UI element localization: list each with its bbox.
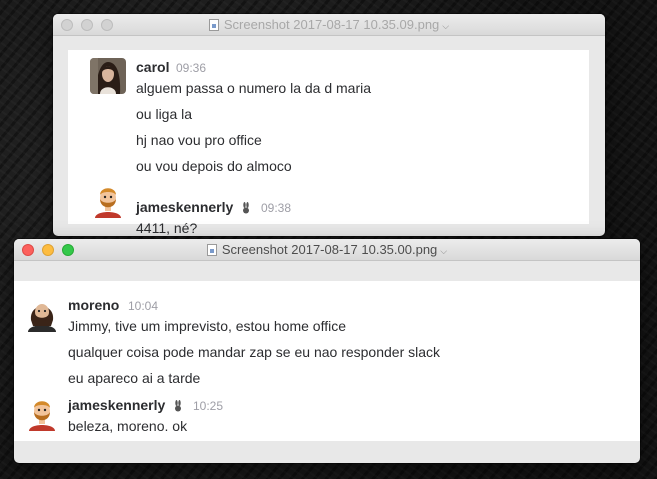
title-bar[interactable]: Screenshot 2017-08-17 10.35.09.png ⌵: [53, 14, 605, 36]
message-text: beleza, moreno. ok: [68, 418, 188, 434]
cartoon-man-avatar[interactable]: [24, 395, 60, 431]
message-text: eu apareco ai a tarde: [68, 370, 201, 386]
title-bar[interactable]: Screenshot 2017-08-17 10.35.00.png ⌵: [14, 239, 640, 261]
username[interactable]: jameskennerly: [136, 199, 233, 215]
chevron-down-icon[interactable]: ⌵: [440, 246, 447, 256]
png-file-icon: [208, 19, 219, 31]
message-text: ou vou depois do almoco: [136, 158, 292, 174]
window-title[interactable]: Screenshot 2017-08-17 10.35.09.png ⌵: [53, 17, 605, 32]
window-title[interactable]: Screenshot 2017-08-17 10.35.00.png ⌵: [14, 242, 640, 257]
bearded-man-avatar[interactable]: [24, 296, 60, 332]
message-text: hj nao vou pro office: [136, 132, 262, 148]
timestamp[interactable]: 09:36: [176, 61, 206, 75]
message-text: qualquer coisa pode mandar zap se eu nao…: [68, 344, 441, 360]
message-text: Jimmy, tive um imprevisto, estou home of…: [68, 318, 347, 334]
username[interactable]: moreno: [68, 297, 119, 313]
message-text: alguem passa o numero la da d maria: [136, 80, 372, 96]
username[interactable]: carol: [136, 59, 169, 75]
window-title-text: Screenshot 2017-08-17 10.35.00.png: [221, 242, 438, 257]
screenshot-window-back[interactable]: Screenshot 2017-08-17 10.35.09.png ⌵ caro…: [53, 14, 605, 236]
timestamp[interactable]: 10:25: [193, 399, 223, 413]
message-text: ou liga la: [136, 106, 193, 122]
png-file-icon: [206, 244, 217, 256]
chevron-down-icon[interactable]: ⌵: [442, 21, 449, 31]
rabbit-badge-icon: [241, 201, 251, 214]
timestamp[interactable]: 10:04: [128, 299, 158, 313]
username[interactable]: jameskennerly: [68, 397, 165, 413]
screenshot-window-front[interactable]: Screenshot 2017-08-17 10.35.00.png ⌵ more…: [14, 239, 640, 463]
rabbit-badge-icon: [173, 399, 183, 412]
timestamp[interactable]: 09:38: [261, 201, 291, 215]
screenshot-image: moreno 10:04 Jimmy, tive um imprevisto, …: [14, 281, 640, 441]
message-text: 4411, né?: [136, 220, 198, 236]
woman-avatar[interactable]: [90, 58, 126, 94]
window-title-text: Screenshot 2017-08-17 10.35.09.png: [223, 17, 440, 32]
cartoon-man-avatar[interactable]: [90, 182, 126, 218]
screenshot-image: carol 09:36 alguem passa o numero la da …: [68, 50, 589, 236]
